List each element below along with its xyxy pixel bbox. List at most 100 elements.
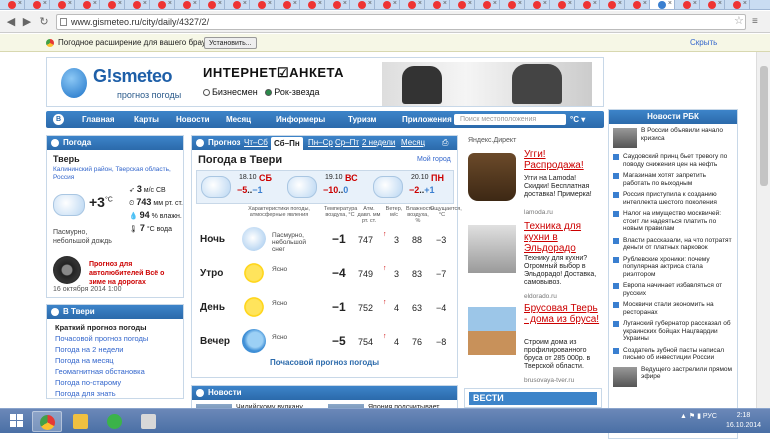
search-input[interactable]: Поиск местоположения <box>454 114 566 125</box>
browser-tab[interactable]: × <box>125 0 150 9</box>
browser-tab[interactable]: × <box>100 0 125 9</box>
nav-item-maps[interactable]: Карты <box>134 115 159 124</box>
my-city-link[interactable]: Мой город <box>417 156 451 163</box>
tab-month[interactable]: Месяц <box>401 138 425 147</box>
close-tab-icon[interactable]: × <box>443 0 447 7</box>
close-tab-icon[interactable]: × <box>693 0 697 7</box>
browser-tab[interactable]: × <box>450 0 475 9</box>
ads-heading[interactable]: Яндекс.Директ <box>468 137 598 144</box>
close-tab-icon[interactable]: × <box>393 0 397 7</box>
nav-item-tourism[interactable]: Туризм <box>348 115 376 124</box>
close-tab-icon[interactable]: × <box>268 0 272 7</box>
list-item[interactable]: Погода на 2 недели <box>55 345 175 356</box>
url-bar[interactable]: www.gismeteo.ru/city/daily/4327/2/ <box>56 14 746 30</box>
browser-tab[interactable]: × <box>700 0 725 9</box>
forward-icon[interactable]: ▶ <box>20 15 34 29</box>
close-tab-icon[interactable]: × <box>543 0 547 7</box>
close-tab-icon[interactable]: × <box>518 0 522 7</box>
tab-wed-fri[interactable]: Ср–Пт <box>335 138 359 147</box>
nav-item-informers[interactable]: Информеры <box>276 115 325 124</box>
browser-tab[interactable]: × <box>350 0 375 9</box>
nav-item-month[interactable]: Месяц <box>226 115 251 124</box>
close-tab-icon[interactable]: × <box>593 0 597 7</box>
vk-icon[interactable]: В <box>53 114 64 125</box>
print-icon[interactable]: ⎙ <box>442 138 448 148</box>
tab-thu-sat[interactable]: Чт–Сб <box>244 138 268 147</box>
close-tab-icon[interactable]: × <box>243 0 247 7</box>
rbk-news-item[interactable]: Власти рассказали, на что потратят деньг… <box>613 237 733 252</box>
rbk-news-item[interactable]: Луганский губернатор рассказал об украин… <box>613 320 733 343</box>
browser-tab[interactable]: × <box>0 0 25 9</box>
browser-tab[interactable]: × <box>250 0 275 9</box>
close-tab-icon[interactable]: × <box>668 0 672 7</box>
rbk-news-item[interactable]: Налог на имущество москвичей: стоит ли н… <box>613 210 733 233</box>
install-button[interactable]: Установить... <box>204 37 257 49</box>
browser-tab[interactable]: × <box>200 0 225 9</box>
tray-icons[interactable]: ▲ ⚑ ▮ РУС <box>680 412 717 420</box>
browser-tab[interactable]: × <box>50 0 75 9</box>
system-clock[interactable]: 2:18 16.10.2014 <box>726 411 761 431</box>
browser-tab[interactable]: × <box>400 0 425 9</box>
rbk-news-item[interactable]: Саудовский принц бьет тревогу по поводу … <box>613 153 733 168</box>
close-tab-icon[interactable]: × <box>18 0 22 7</box>
browser-tab[interactable]: × <box>175 0 200 9</box>
close-tab-icon[interactable]: × <box>143 0 147 7</box>
day-card[interactable]: 19.10 ВС −10..0 <box>285 173 365 203</box>
rbk-news-item[interactable]: Магазинам хотят запретить работать по вы… <box>613 172 733 187</box>
list-item[interactable]: Краткий прогноз погоды <box>55 323 175 334</box>
hide-link[interactable]: Скрыть <box>690 34 717 52</box>
taskbar-chrome[interactable] <box>32 411 62 432</box>
close-tab-icon[interactable]: × <box>118 0 122 7</box>
day-card[interactable]: 18.10 СБ −5..−1 <box>199 173 279 203</box>
rbk-news-item[interactable]: Создатель зубной пасты написал письмо об… <box>613 347 733 362</box>
rbk-news-item[interactable]: Москвичи стали экономить на ресторанах <box>613 301 733 316</box>
taskbar-app[interactable] <box>134 411 164 432</box>
browser-tab[interactable]: × <box>650 0 675 9</box>
close-tab-icon[interactable]: × <box>568 0 572 7</box>
radio-icon[interactable] <box>203 89 210 97</box>
ad-item[interactable]: Угги! Распродажа! Угги на Lamoda! Скидки… <box>468 149 602 219</box>
close-tab-icon[interactable]: × <box>318 0 322 7</box>
browser-tab[interactable]: × <box>75 0 100 9</box>
ad-title[interactable]: Техника для кухни в Эльдорадо <box>524 221 602 254</box>
browser-tab[interactable]: × <box>525 0 550 9</box>
list-item[interactable]: Погода по-старому <box>55 378 175 389</box>
rbk-news-item[interactable]: Европа начинает избавляться от русских <box>613 282 733 297</box>
list-item[interactable]: Почасовой прогноз погоды <box>55 334 175 345</box>
close-tab-icon[interactable]: × <box>493 0 497 7</box>
browser-tab[interactable]: × <box>625 0 650 9</box>
close-tab-icon[interactable]: × <box>218 0 222 7</box>
browser-tab[interactable]: × <box>150 0 175 9</box>
browser-tab[interactable]: × <box>725 0 750 9</box>
driver-forecast-link[interactable]: Прогноз для автолюбителей Всё о зиме на … <box>89 260 183 287</box>
ad-title[interactable]: Угги! Распродажа! <box>524 149 602 171</box>
close-tab-icon[interactable]: × <box>418 0 422 7</box>
close-tab-icon[interactable]: × <box>343 0 347 7</box>
bookmark-star-icon[interactable]: ☆ <box>734 14 744 27</box>
scrollbar-thumb[interactable] <box>760 66 768 186</box>
rbk-news-item[interactable]: Рублевские хроники: почему популярная ак… <box>613 256 733 279</box>
vesti-header[interactable]: ВЕСТИ <box>469 392 597 405</box>
site-logo[interactable]: G!smeteo прогноз погоды <box>59 66 189 106</box>
nav-item-news[interactable]: Новости <box>176 115 210 124</box>
menu-icon[interactable]: ≡ <box>752 16 758 27</box>
browser-tab[interactable]: × <box>500 0 525 9</box>
close-tab-icon[interactable]: × <box>368 0 372 7</box>
vertical-scrollbar[interactable] <box>756 52 770 408</box>
close-tab-icon[interactable]: × <box>468 0 472 7</box>
browser-tab[interactable]: × <box>475 0 500 9</box>
taskbar-app[interactable] <box>100 411 130 432</box>
close-tab-icon[interactable]: × <box>743 0 747 7</box>
language-indicator[interactable]: РУС <box>703 413 717 420</box>
browser-tab[interactable]: × <box>600 0 625 9</box>
tab-sat-mon[interactable]: Сб–Пн <box>271 137 303 150</box>
hourly-forecast-link[interactable]: Почасовой прогноз погоды <box>192 358 457 367</box>
close-tab-icon[interactable]: × <box>293 0 297 7</box>
windows-start-icon[interactable] <box>10 414 24 428</box>
close-tab-icon[interactable]: × <box>643 0 647 7</box>
list-item[interactable]: Геомагнитная обстановка <box>55 367 175 378</box>
list-item[interactable]: Погода для знать <box>55 389 175 400</box>
close-tab-icon[interactable]: × <box>93 0 97 7</box>
browser-tab[interactable]: × <box>225 0 250 9</box>
browser-tab[interactable]: × <box>325 0 350 9</box>
